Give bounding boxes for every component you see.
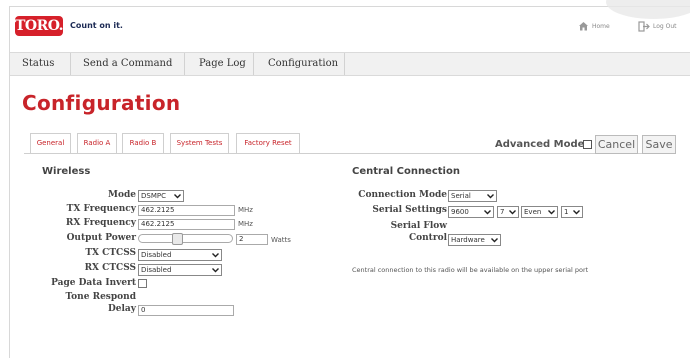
- header: TORO. Count on it. Home Log Out: [10, 0, 690, 51]
- mode-value: DSMPC: [141, 192, 166, 200]
- parity-select[interactable]: Even: [521, 206, 558, 218]
- chevron-down-icon: [484, 210, 491, 215]
- nav-item-send-command[interactable]: Send a Command: [83, 53, 172, 75]
- home-link[interactable]: Home: [578, 21, 610, 31]
- rx-frequency-unit: MHz: [238, 220, 253, 228]
- tab-system-tests[interactable]: System Tests: [170, 133, 229, 153]
- chevron-down-icon: [491, 238, 498, 243]
- home-icon: [579, 22, 588, 31]
- serial-flow-control-label: Control: [408, 233, 447, 243]
- chevron-down-icon: [212, 268, 219, 273]
- nav-item-status[interactable]: Status: [22, 53, 54, 75]
- parity-value: Even: [524, 208, 542, 216]
- tagline: Count on it.: [70, 21, 123, 30]
- rx-ctcss-select[interactable]: Disabled: [138, 264, 222, 276]
- nav-divider: [253, 53, 254, 75]
- chevron-down-icon: [212, 253, 219, 258]
- rx-frequency-input[interactable]: 462.2125: [138, 219, 235, 230]
- chevron-down-icon: [548, 210, 555, 215]
- connection-mode-value: Serial: [451, 192, 471, 200]
- output-power-unit: Watts: [271, 236, 291, 244]
- flow-control-value: Hardware: [451, 236, 485, 244]
- tx-ctcss-value: Disabled: [141, 251, 172, 259]
- output-power-slider[interactable]: [138, 234, 233, 243]
- data-bits-value: 7: [500, 208, 505, 216]
- tx-frequency-input[interactable]: 462.2125: [138, 205, 235, 216]
- connection-mode-label: Connection Mode: [358, 190, 447, 200]
- rx-frequency-label: RX Frequency: [65, 218, 136, 228]
- stop-bits-value: 1: [564, 208, 569, 216]
- central-connection-note: Central connection to this radio will be…: [352, 266, 589, 274]
- advanced-mode-label: Advanced Mode: [495, 139, 585, 150]
- nav-divider: [344, 53, 345, 75]
- flow-control-select[interactable]: Hardware: [448, 234, 501, 246]
- tx-ctcss-select[interactable]: Disabled: [138, 249, 222, 261]
- tab-general[interactable]: General: [30, 133, 71, 153]
- serial-settings-label: Serial Settings: [372, 205, 447, 215]
- tab-divider: [24, 153, 675, 154]
- logout-link[interactable]: Log Out: [638, 21, 677, 32]
- tx-ctcss-label: TX CTCSS: [85, 248, 136, 258]
- header-decoration: [606, 0, 690, 19]
- output-power-slider-handle[interactable]: [171, 233, 183, 245]
- page-data-invert-label: Page Data Invert: [51, 278, 136, 288]
- nav-divider: [70, 53, 71, 75]
- chevron-down-icon: [509, 210, 516, 215]
- tone-respond-label: Tone Respond: [65, 292, 136, 302]
- main-nav: Status Send a Command Page Log Configura…: [10, 52, 690, 76]
- rx-ctcss-label: RX CTCSS: [84, 263, 136, 273]
- tab-factory-reset[interactable]: Factory Reset: [236, 133, 300, 153]
- nav-divider: [184, 53, 185, 75]
- connection-mode-select[interactable]: Serial: [448, 190, 497, 202]
- tx-frequency-unit: MHz: [238, 206, 253, 214]
- output-power-input[interactable]: 2: [236, 234, 268, 245]
- advanced-mode-checkbox[interactable]: [583, 140, 592, 149]
- home-label: Home: [592, 22, 610, 30]
- chevron-down-icon: [573, 210, 580, 215]
- tone-delay-input[interactable]: 0: [138, 305, 234, 316]
- chevron-down-icon: [174, 194, 181, 199]
- serial-flow-label: Serial Flow: [390, 221, 447, 231]
- nav-item-configuration[interactable]: Configuration: [268, 53, 338, 75]
- cancel-button[interactable]: Cancel: [595, 135, 638, 154]
- data-bits-select[interactable]: 7: [497, 206, 519, 218]
- mode-label: Mode: [108, 190, 136, 200]
- stop-bits-select[interactable]: 1: [561, 206, 583, 218]
- nav-item-page-log[interactable]: Page Log: [199, 53, 246, 75]
- page-data-invert-checkbox[interactable]: [138, 279, 147, 288]
- central-connection-title: Central Connection: [352, 166, 460, 177]
- tab-radio-a[interactable]: Radio A: [77, 133, 117, 153]
- toro-logo: TORO.: [15, 16, 64, 36]
- tab-radio-b[interactable]: Radio B: [122, 133, 164, 153]
- baud-rate-select[interactable]: 9600: [448, 206, 494, 218]
- chevron-down-icon: [487, 194, 494, 199]
- logout-icon: [638, 21, 650, 32]
- output-power-label: Output Power: [66, 233, 136, 243]
- app-frame: TORO. Count on it. Home Log Out Status S…: [9, 0, 690, 358]
- tx-frequency-label: TX Frequency: [66, 204, 136, 214]
- rx-ctcss-value: Disabled: [141, 266, 172, 274]
- mode-select[interactable]: DSMPC: [138, 190, 184, 202]
- baud-rate-value: 9600: [451, 208, 469, 216]
- logout-label: Log Out: [653, 23, 677, 30]
- page-title: Configuration: [22, 91, 181, 115]
- wireless-section-title: Wireless: [42, 166, 91, 177]
- save-button[interactable]: Save: [642, 135, 676, 154]
- tone-delay-label: Delay: [107, 304, 136, 314]
